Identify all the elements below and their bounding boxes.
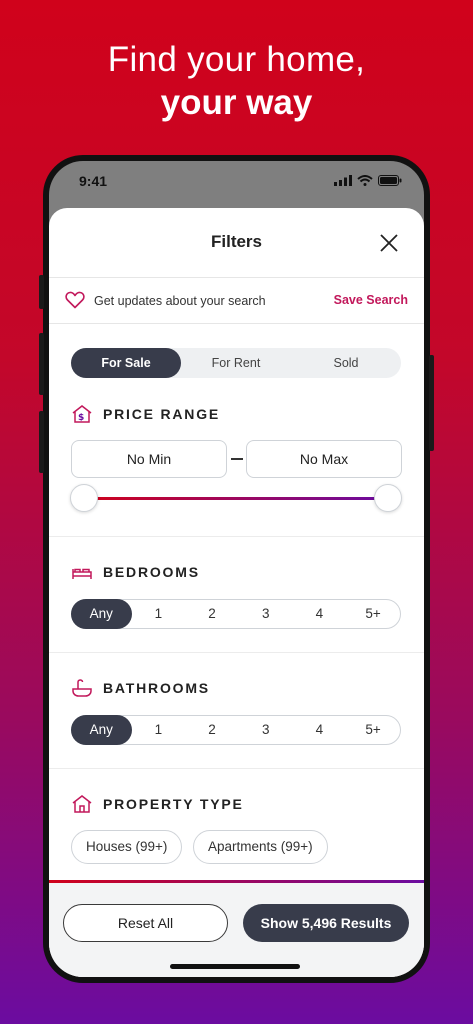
- heart-icon[interactable]: [65, 291, 85, 309]
- show-results-button[interactable]: Show 5,496 Results: [243, 904, 409, 942]
- bedrooms-option-3[interactable]: 3: [239, 600, 293, 628]
- property-type-title: PROPERTY TYPE: [103, 796, 244, 812]
- listing-type-for-rent[interactable]: For Rent: [181, 348, 291, 378]
- price-range-title: PRICE RANGE: [103, 406, 221, 422]
- section-divider: [49, 652, 424, 653]
- signal-icon: [334, 175, 352, 186]
- bathrooms-option-any[interactable]: Any: [71, 715, 132, 745]
- price-range-header: $ PRICE RANGE: [71, 403, 220, 425]
- svg-text:$: $: [78, 413, 86, 423]
- bathrooms-option-4[interactable]: 4: [293, 716, 347, 744]
- save-search-link[interactable]: Save Search: [334, 293, 408, 307]
- price-slider-min-handle[interactable]: [70, 484, 98, 512]
- footer-gradient-bar: [49, 880, 424, 883]
- bathrooms-option-3[interactable]: 3: [239, 716, 293, 744]
- filters-sheet: Filters Get updates about your search Sa…: [49, 208, 424, 977]
- status-time: 9:41: [79, 173, 108, 189]
- search-updates-row: Get updates about your search Save Searc…: [49, 278, 424, 324]
- listing-type-for-sale[interactable]: For Sale: [71, 348, 181, 378]
- bathrooms-title: BATHROOMS: [103, 680, 210, 696]
- bedrooms-option-5-plus[interactable]: 5+: [346, 600, 400, 628]
- phone-screen: 9:41 Filters Get updates about your sear…: [49, 161, 424, 977]
- phone-volume-down-button: [39, 411, 44, 473]
- close-icon[interactable]: [378, 232, 400, 254]
- bedrooms-title: BEDROOMS: [103, 564, 200, 580]
- sheet-title: Filters: [210, 232, 263, 251]
- bathrooms-option-2[interactable]: 2: [185, 716, 239, 744]
- phone-volume-up-button: [39, 333, 44, 395]
- phone-power-button: [429, 355, 434, 451]
- section-divider: [49, 768, 424, 769]
- sheet-header: Filters: [49, 208, 424, 278]
- headline-line-1: Find your home,: [107, 40, 366, 79]
- headline-line-2: your way: [160, 83, 313, 122]
- phone-mute-button: [39, 275, 44, 309]
- listing-type-toggle: For Sale For Rent Sold: [71, 348, 401, 378]
- bedrooms-option-2[interactable]: 2: [185, 600, 239, 628]
- bedrooms-header: BEDROOMS: [71, 561, 200, 583]
- bathtub-icon: [72, 679, 92, 697]
- home-indicator[interactable]: [170, 964, 300, 969]
- status-bar: 9:41: [49, 161, 424, 207]
- price-range-dash: [231, 458, 243, 460]
- bed-icon: [72, 568, 92, 579]
- bathrooms-option-1[interactable]: 1: [132, 716, 186, 744]
- bedrooms-option-any[interactable]: Any: [71, 599, 132, 629]
- updates-text: Get updates about your search: [94, 294, 266, 308]
- bathrooms-header: BATHROOMS: [71, 677, 210, 699]
- filters-footer: Reset All Show 5,496 Results: [49, 880, 424, 977]
- bathrooms-option-5-plus[interactable]: 5+: [346, 716, 400, 744]
- bedrooms-option-4[interactable]: 4: [293, 600, 347, 628]
- price-slider-track[interactable]: [83, 497, 387, 500]
- property-type-header: PROPERTY TYPE: [71, 793, 244, 815]
- phone-frame: 9:41 Filters Get updates about your sear…: [39, 155, 434, 983]
- reset-all-button[interactable]: Reset All: [63, 904, 228, 942]
- price-house-icon: $: [72, 405, 92, 423]
- house-icon: [72, 795, 92, 813]
- price-slider-max-handle[interactable]: [374, 484, 402, 512]
- headline: Find your home, your way: [0, 38, 473, 124]
- battery-icon: [378, 175, 402, 186]
- price-min-input[interactable]: No Min: [71, 440, 227, 478]
- property-chip-apartments[interactable]: Apartments (99+): [193, 830, 328, 864]
- price-max-input[interactable]: No Max: [246, 440, 402, 478]
- bedrooms-option-1[interactable]: 1: [132, 600, 186, 628]
- bathrooms-selector: Any 1 2 3 4 5+: [71, 715, 401, 745]
- section-divider: [49, 536, 424, 537]
- wifi-icon: [357, 175, 373, 186]
- property-chip-houses[interactable]: Houses (99+): [71, 830, 183, 864]
- listing-type-sold[interactable]: Sold: [291, 348, 401, 378]
- bedrooms-selector: Any 1 2 3 4 5+: [71, 599, 401, 629]
